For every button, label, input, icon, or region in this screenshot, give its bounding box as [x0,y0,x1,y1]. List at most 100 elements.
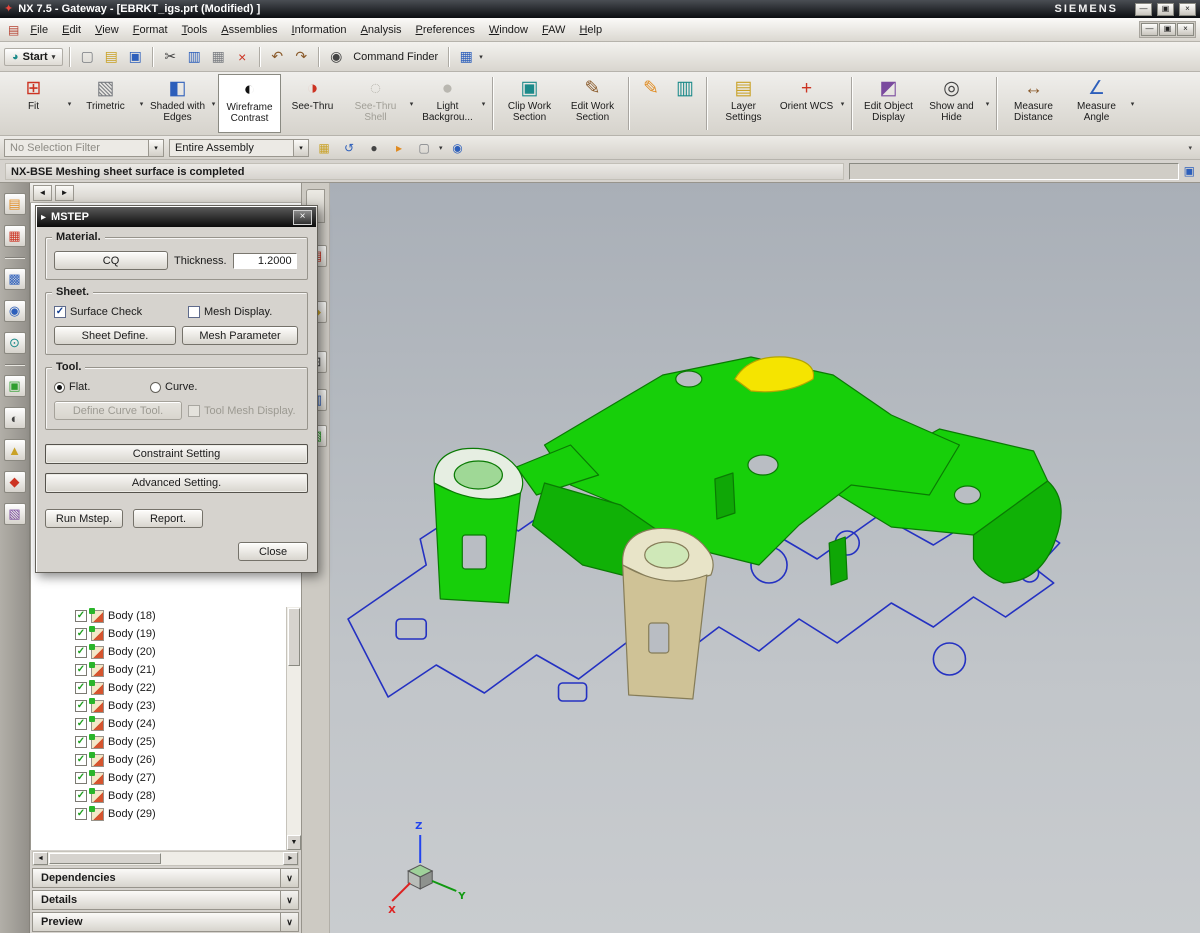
checkbox-icon[interactable]: ✓ [75,646,87,658]
new-file-button[interactable]: ▢ [76,46,98,68]
redo-button[interactable]: ↷ [290,46,312,68]
see-thru-shell-button[interactable]: ◌ See-Thru Shell [344,74,407,133]
sketch-button[interactable]: ✎ [634,74,668,133]
menu-format[interactable]: Format [126,20,175,40]
checkbox-icon[interactable]: ✓ [75,736,87,748]
rollback-button[interactable]: ↺ [339,138,359,157]
dialog-title-bar[interactable]: ▸ MSTEP × [37,207,316,227]
formed-part[interactable] [516,357,1061,585]
checkbox-icon[interactable]: ✓ [75,790,87,802]
scroll-down-arrow[interactable]: ▼ [287,835,301,850]
tree-row[interactable]: ✓Body (19) [31,625,286,643]
back-button[interactable]: ◄ [33,185,52,201]
dialog-style-button[interactable]: ▦ [455,46,477,68]
selection-filter-combo[interactable]: No Selection Filter ▾ [4,139,164,157]
tree-row[interactable]: ✓Body (21) [31,661,286,679]
part-navigator-icon[interactable]: ▩ [4,268,26,290]
dropdown-arrow[interactable]: ▾ [838,74,847,133]
tree-row[interactable]: ✓Body (25) [31,733,286,751]
close-dialog-button[interactable]: Close [238,542,308,561]
cursor-select-button[interactable]: ▸ [389,138,409,157]
clip-work-section-button[interactable]: ▣ Clip Work Section [498,74,561,133]
scroll-thumb[interactable] [288,608,300,666]
tree-row[interactable]: ✓Body (26) [31,751,286,769]
rectangle-select-button[interactable]: ▢ [414,138,434,157]
scroll-thumb[interactable] [49,853,161,864]
define-curve-tool-button[interactable]: Define Curve Tool. [54,401,182,420]
manufacturing-wizard-icon[interactable]: ▲ [4,439,26,461]
vertical-scrollbar[interactable]: ▼ [286,607,301,850]
tree-row[interactable]: ✓Body (24) [31,715,286,733]
process-studio-icon[interactable]: ◐ [4,407,26,429]
menu-tools[interactable]: Tools [175,20,215,40]
scroll-right-arrow[interactable]: ► [283,852,298,865]
doc-restore-button[interactable]: ▣ [1159,23,1176,36]
menu-analysis[interactable]: Analysis [354,20,409,40]
constraint-setting-button[interactable]: Constraint Setting [45,444,308,464]
dialog-close-button[interactable]: × [293,210,312,225]
tree-row[interactable]: ✓Body (22) [31,679,286,697]
checkbox-icon[interactable]: ✓ [75,664,87,676]
doc-minimize-button[interactable]: — [1141,23,1158,36]
roles-icon[interactable]: ◆ [4,471,26,493]
open-file-button[interactable]: ▤ [100,46,122,68]
scroll-left-arrow[interactable]: ◄ [33,852,48,865]
menu-file[interactable]: File [23,20,55,40]
copy-button[interactable]: ▥ [183,46,205,68]
tan-bracket[interactable] [623,528,714,699]
undo-button[interactable]: ↶ [266,46,288,68]
collapse-chevron-icon[interactable]: ∨ [280,869,298,887]
sheet-define-button[interactable]: Sheet Define. [54,326,176,345]
chevron-down-icon[interactable]: ▾ [148,140,163,156]
dropdown-arrow[interactable]: ▾ [439,144,443,152]
menu-assemblies[interactable]: Assemblies [214,20,284,40]
fit-button[interactable]: ⊞ Fit [2,74,65,133]
restore-button[interactable]: ▣ [1157,3,1174,16]
system-materials-icon[interactable]: ▣ [4,375,26,397]
system-scenes-icon[interactable]: ▧ [4,503,26,525]
panel-dependencies[interactable]: Dependencies ∨ [32,868,299,888]
tree-row[interactable]: ✓Body (20) [31,643,286,661]
toolbar-overflow-arrow[interactable]: ▾ [1188,144,1196,152]
globe-button[interactable]: ◉ [448,138,468,157]
checkbox-icon[interactable]: ✓ [75,610,87,622]
menu-faw[interactable]: FAW [535,20,572,40]
graphics-viewport[interactable]: Z X Y [330,183,1200,933]
menu-view[interactable]: View [88,20,126,40]
shaded-with-edges-button[interactable]: ◧ Shaded with Edges [146,74,209,133]
panel-preview[interactable]: Preview ∨ [32,912,299,932]
advanced-setting-button[interactable]: Advanced Setting. [45,473,308,493]
checkbox-icon[interactable]: ✓ [75,718,87,730]
mesh-display-checkbox[interactable] [188,306,200,318]
menu-help[interactable]: Help [572,20,609,40]
report-button[interactable]: Report. [133,509,203,528]
cut-button[interactable]: ✂ [159,46,181,68]
tree-row[interactable]: ✓Body (28) [31,787,286,805]
measure-angle-button[interactable]: ∠ Measure Angle [1065,74,1128,133]
close-button[interactable]: × [1179,3,1196,16]
menu-information[interactable]: Information [285,20,354,40]
edit-work-section-button[interactable]: ✎ Edit Work Section [561,74,624,133]
surface-check-checkbox[interactable]: ✓ [54,306,66,318]
checkbox-icon[interactable]: ✓ [75,628,87,640]
cq-button[interactable]: CQ [54,251,168,270]
forward-button[interactable]: ► [55,185,74,201]
thickness-field[interactable]: 1.2000 [233,253,297,269]
checkbox-icon[interactable]: ✓ [75,700,87,712]
internet-explorer-icon[interactable]: ◉ [4,300,26,322]
measure-distance-button[interactable]: ↔ Measure Distance [1002,74,1065,133]
tree-row[interactable]: ✓Body (23) [31,697,286,715]
orient-wcs-button[interactable]: + Orient WCS [775,74,838,133]
chevron-down-icon[interactable]: ▾ [479,53,483,61]
trimetric-button[interactable]: ▧ Trimetric [74,74,137,133]
collapse-chevron-icon[interactable]: ∨ [280,891,298,909]
component-filter-button[interactable]: ▦ [314,138,334,157]
collapse-chevron-icon[interactable]: ∨ [280,913,298,931]
menu-edit[interactable]: Edit [55,20,88,40]
doc-close-button[interactable]: × [1177,23,1194,36]
tree-row[interactable]: ✓Body (29) [31,805,286,823]
selection-scope-combo[interactable]: Entire Assembly ▾ [169,139,309,157]
dropdown-arrow[interactable]: ▾ [983,74,992,133]
dropdown-arrow[interactable]: ▾ [137,74,146,133]
menu-preferences[interactable]: Preferences [409,20,482,40]
